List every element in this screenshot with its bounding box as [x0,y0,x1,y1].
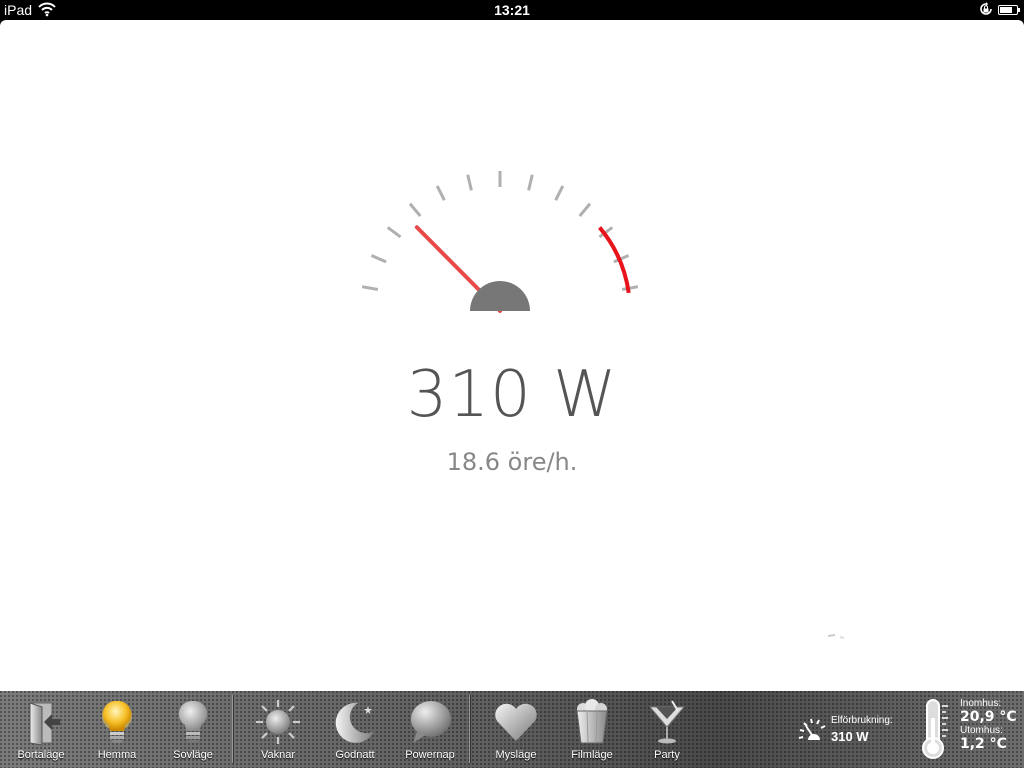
thermometer-icon [922,699,948,759]
moon-icon [335,702,374,743]
rotation-lock-icon [978,1,994,20]
power-gauge [361,171,639,313]
outdoor-temp-label: Utomhus: [960,725,1003,736]
lightbulb-on-icon [102,700,132,743]
power-readout[interactable]: Elförbrukning: 310 W [796,712,912,748]
gauge-tick [361,285,379,291]
indoor-temp-label: Inomhus: [960,698,1002,709]
gauge-tick [408,202,422,217]
scene-bortalage[interactable]: Bortaläge [3,691,79,768]
power-readout-value: 310 W [831,729,869,744]
scene-filmlage[interactable]: Filmläge [554,691,630,768]
mini-gauge-icon [798,718,826,740]
battery-icon [998,5,1020,15]
scene-party[interactable]: Party [629,691,705,768]
gauge-hub [470,281,530,311]
toolbar-divider [469,695,470,763]
main-panel: 310 W 18.6 öre/h. [0,20,1024,691]
temperature-readout[interactable]: Inomhus: 20,9 °C Utomhus: 1,2 °C [960,698,1022,752]
scene-hemma[interactable]: Hemma [79,691,155,768]
gauge-tick [578,202,592,217]
popcorn-icon [576,699,608,744]
gauge-tick [466,174,473,191]
scene-vaknar[interactable]: Vaknar [240,691,316,768]
sun-icon [256,700,300,744]
scene-godnatt[interactable]: Godnatt [317,691,393,768]
toolbar-divider [232,695,233,763]
gauge-tick [386,226,402,239]
cocktail-icon [648,700,686,744]
outdoor-temp-value: 1,2 °C [960,736,1007,752]
power-readout-label: Elförbrukning: [831,715,893,726]
gauge-tick [554,185,565,201]
door-exit-icon [29,702,60,746]
scene-myslage[interactable]: Mysläge [478,691,554,768]
clock: 13:21 [494,2,530,18]
status-bar: iPad 13:21 [0,0,1024,20]
scene-sovlage[interactable]: Sovläge [155,691,231,768]
indoor-temp-value: 20,9 °C [960,709,1017,725]
loading-spinner-icon [827,634,845,639]
speech-bubble-icon [411,701,451,743]
power-value: 310 W [406,358,618,432]
gauge-tick [370,254,387,264]
lightbulb-off-icon [178,700,208,743]
gauge-tick [527,174,534,191]
gauge-ticks [361,171,639,291]
cost-per-hour: 18.6 öre/h. [446,448,578,476]
scene-powernap[interactable]: Powernap [392,691,468,768]
gauge-tick [435,185,446,201]
heart-icon [495,703,537,741]
